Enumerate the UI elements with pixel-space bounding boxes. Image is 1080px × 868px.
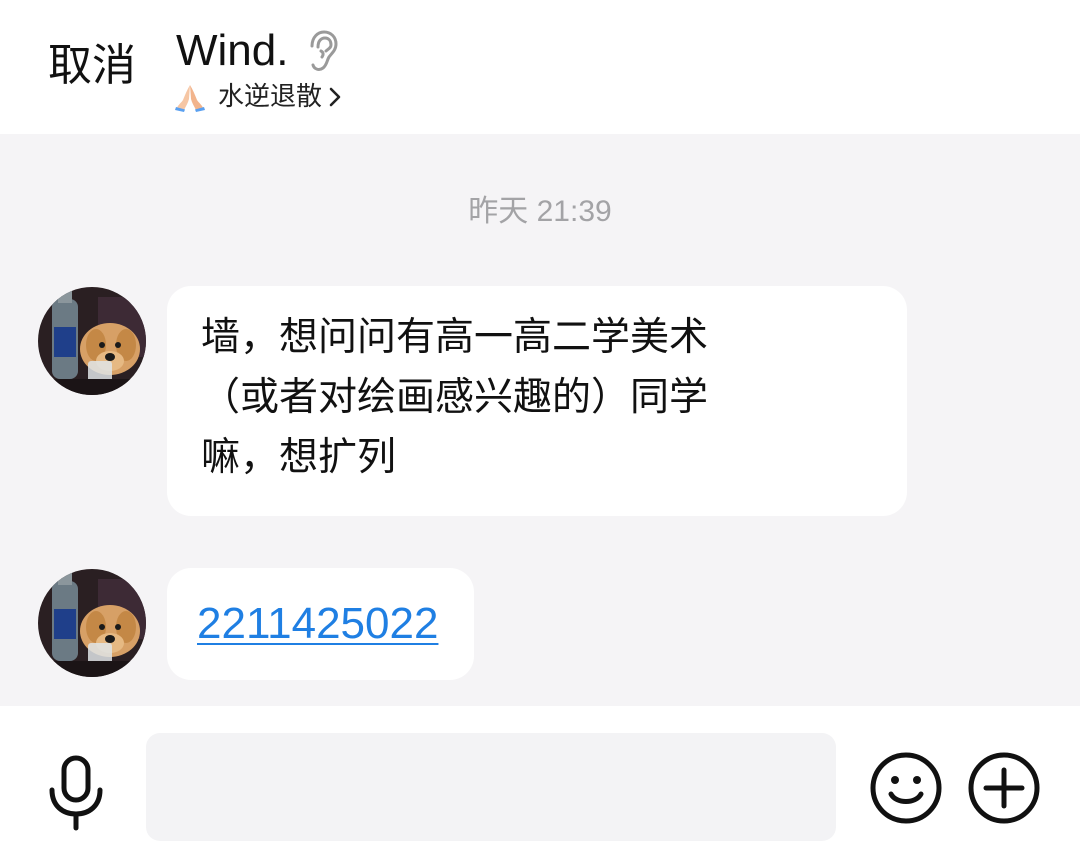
chat-area[interactable]: 昨天 21:39 墙，想问问有高一高二学美术 （或者对绘画感兴趣的）同学 嘛，想… (0, 134, 1080, 706)
message-input[interactable] (146, 733, 836, 841)
cancel-button[interactable]: 取消 (48, 38, 136, 94)
chevron-right-icon (328, 86, 342, 108)
message-timestamp: 昨天 21:39 (468, 195, 612, 228)
chat-header: 取消 Wind. 水逆退散 (0, 0, 1080, 134)
plus-icon[interactable] (966, 750, 1042, 826)
message-bubble[interactable]: 墙，想问问有高一高二学美术 （或者对绘画感兴趣的）同学 嘛，想扩列 (167, 286, 907, 516)
microphone-icon[interactable] (44, 754, 108, 834)
status-link[interactable]: 水逆退散 (174, 78, 342, 116)
status-text: 水逆退散 (218, 82, 323, 112)
input-bar (0, 706, 1080, 868)
ear-icon (304, 29, 340, 73)
sender-avatar[interactable] (38, 287, 146, 395)
chat-title: Wind. (176, 26, 289, 75)
emoji-icon[interactable] (868, 750, 944, 826)
message-bubble[interactable]: 2211425022 (167, 568, 474, 680)
message-text: 墙，想问问有高一高二学美术 （或者对绘画感兴趣的）同学 嘛，想扩列 (201, 315, 709, 480)
sender-avatar[interactable] (38, 569, 146, 677)
title-row: Wind. (176, 24, 340, 78)
pray-emoji-icon (174, 81, 206, 113)
message-link[interactable]: 2211425022 (197, 599, 438, 648)
